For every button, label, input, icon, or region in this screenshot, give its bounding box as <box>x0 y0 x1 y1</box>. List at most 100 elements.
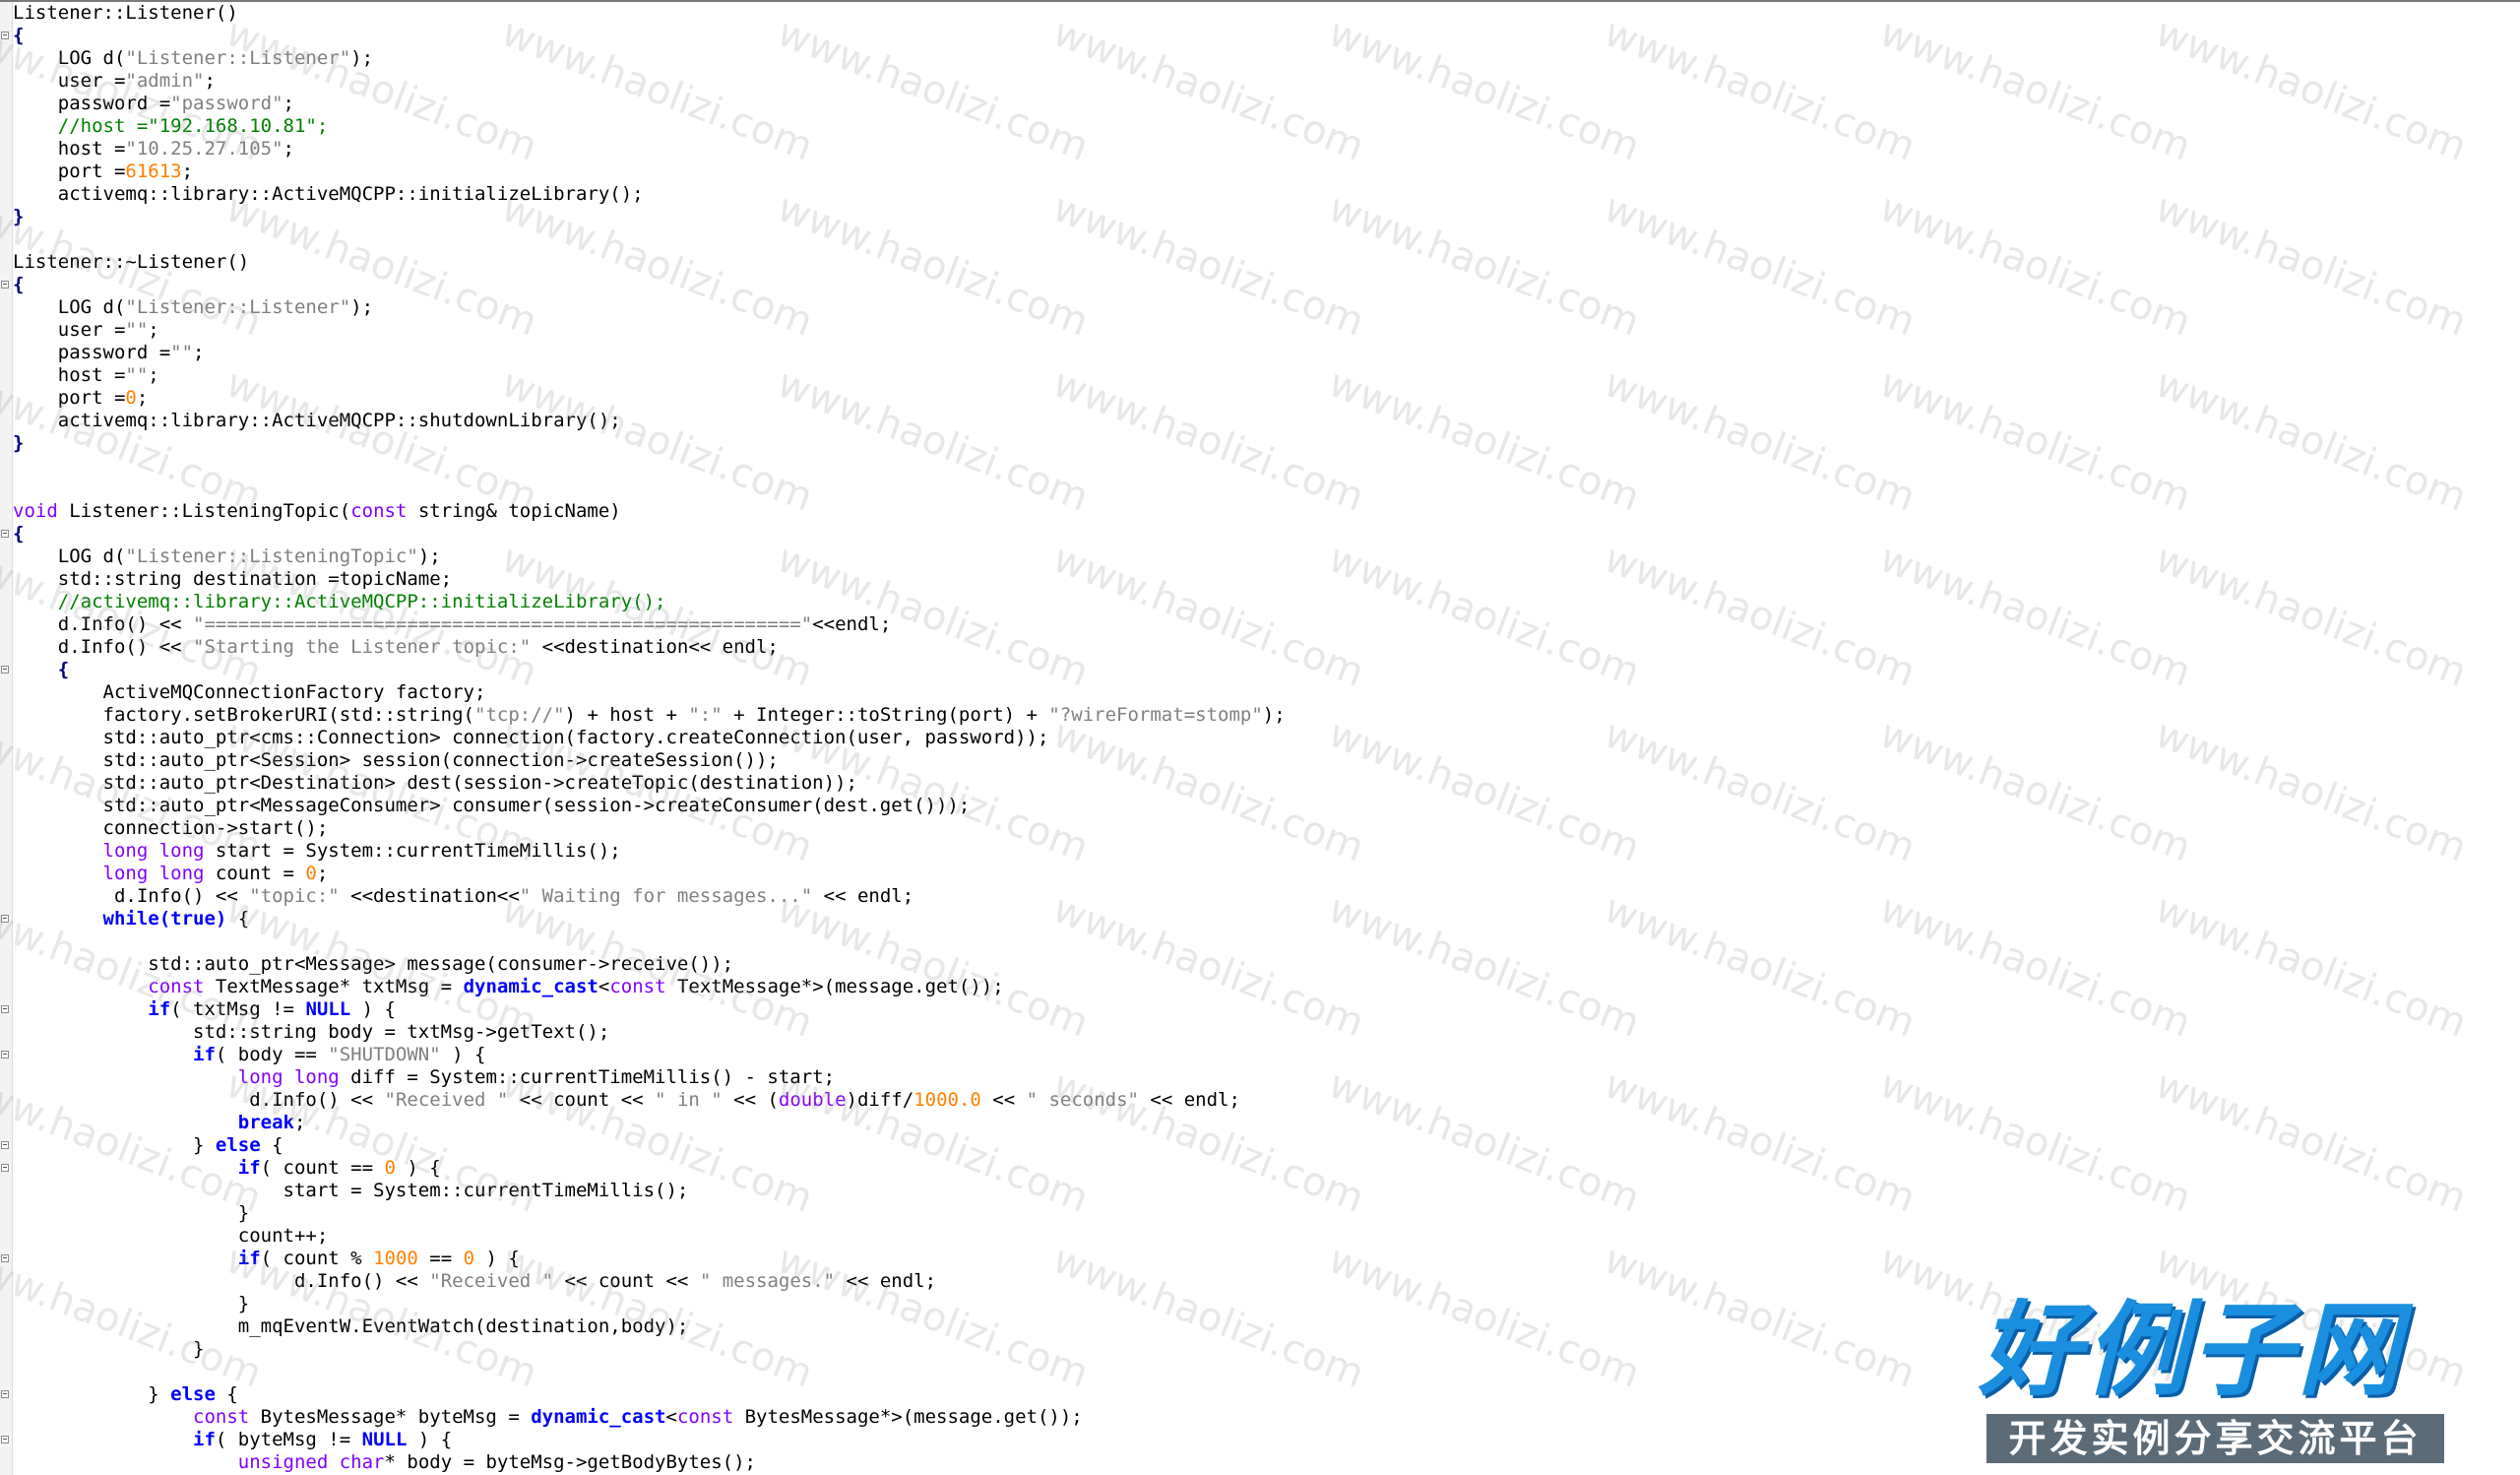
code-token: std::string body = txtMsg->getText(); <box>13 1021 610 1043</box>
code-token: if <box>13 1157 261 1179</box>
code-line[interactable]: long long diff = System::currentTimeMill… <box>13 1066 1286 1089</box>
code-line[interactable]: if( byteMsg != NULL ) { <box>13 1429 1286 1451</box>
code-token: ; <box>193 342 205 363</box>
code-token: else <box>170 1383 216 1405</box>
code-token: std::auto_ptr<MessageConsumer> consumer(… <box>13 795 971 816</box>
code-line[interactable]: d.Info() << "Received " << count << " me… <box>13 1270 1286 1293</box>
code-line[interactable]: d.Info() << "Received " << count << " in… <box>13 1089 1286 1112</box>
code-line[interactable]: std::string body = txtMsg->getText(); <box>13 1021 1286 1044</box>
code-line[interactable]: { <box>13 523 1286 545</box>
code-token: TextMessage*>(message.get()); <box>665 976 1004 997</box>
code-line[interactable]: d.Info() << "===========================… <box>13 613 1286 636</box>
fold-toggle-icon[interactable] <box>1 1164 9 1172</box>
code-line[interactable]: password ="password"; <box>13 93 1286 115</box>
code-line[interactable]: port =0; <box>13 387 1286 410</box>
fold-toggle-icon[interactable] <box>1 915 9 923</box>
code-token: unsigned char <box>13 1451 385 1473</box>
code-line[interactable]: connection->start(); <box>13 817 1286 840</box>
code-line[interactable]: std::auto_ptr<Message> message(consumer-… <box>13 953 1286 976</box>
code-line[interactable]: if( txtMsg != NULL ) { <box>13 998 1286 1021</box>
code-line[interactable]: if( body == "SHUTDOWN" ) { <box>13 1044 1286 1066</box>
code-token: "Listener::Listener" <box>125 296 351 318</box>
code-line[interactable]: { <box>13 25 1286 47</box>
code-token: ); <box>1262 704 1286 726</box>
code-line[interactable]: d.Info() << "topic:" <<destination<<" Wa… <box>13 885 1286 908</box>
fold-toggle-icon[interactable] <box>1 666 9 673</box>
fold-toggle-icon[interactable] <box>1 1051 9 1058</box>
code-line[interactable]: std::auto_ptr<MessageConsumer> consumer(… <box>13 795 1286 817</box>
code-line[interactable]: while(true) { <box>13 908 1286 930</box>
code-line[interactable]: //host ="192.168.10.81"; <box>13 115 1286 138</box>
code-editor[interactable]: Listener::Listener(){ LOG d("Listener::L… <box>0 0 2520 1475</box>
code-token: //host ="192.168.10.81"; <box>13 115 329 137</box>
code-line[interactable]: long long count = 0; <box>13 863 1286 885</box>
code-line[interactable]: factory.setBrokerURI(std::string("tcp://… <box>13 704 1286 727</box>
code-line[interactable] <box>13 930 1286 953</box>
code-line[interactable] <box>13 455 1286 478</box>
code-line[interactable]: LOG d("Listener::ListeningTopic"); <box>13 545 1286 568</box>
code-token: ( count == <box>260 1157 385 1179</box>
code-line[interactable]: user =""; <box>13 319 1286 342</box>
code-line[interactable]: start = System::currentTimeMillis(); <box>13 1180 1286 1202</box>
code-line[interactable]: host =""; <box>13 364 1286 387</box>
code-line[interactable]: Listener::Listener() <box>13 2 1286 25</box>
code-line[interactable]: const BytesMessage* byteMsg = dynamic_ca… <box>13 1406 1286 1429</box>
code-line[interactable]: } <box>13 1338 1286 1361</box>
code-line[interactable]: } else { <box>13 1134 1286 1157</box>
code-line[interactable]: Listener::~Listener() <box>13 251 1286 274</box>
code-line[interactable] <box>13 1361 1286 1383</box>
code-line[interactable]: user ="admin"; <box>13 70 1286 93</box>
code-line[interactable]: if( count % 1000 == 0 ) { <box>13 1248 1286 1270</box>
fold-toggle-icon[interactable] <box>1 1390 9 1398</box>
code-line[interactable]: const TextMessage* txtMsg = dynamic_cast… <box>13 976 1286 998</box>
code-line[interactable]: std::auto_ptr<cms::Connection> connectio… <box>13 727 1286 749</box>
code-line[interactable]: } else { <box>13 1383 1286 1406</box>
code-token: { <box>13 25 25 46</box>
fold-markers[interactable] <box>0 0 12 1475</box>
code-line[interactable]: std::string destination =topicName; <box>13 568 1286 591</box>
code-line[interactable]: std::auto_ptr<Destination> dest(session-… <box>13 772 1286 795</box>
code-line[interactable]: d.Info() << "Starting the Listener topic… <box>13 636 1286 659</box>
code-line[interactable]: port =61613; <box>13 160 1286 183</box>
code-line[interactable]: { <box>13 274 1286 296</box>
code-line[interactable]: LOG d("Listener::Listener"); <box>13 296 1286 319</box>
code-line[interactable]: std::auto_ptr<Session> session(connectio… <box>13 749 1286 772</box>
code-line[interactable]: activemq::library::ActiveMQCPP::shutdown… <box>13 410 1286 432</box>
fold-toggle-icon[interactable] <box>1 281 9 289</box>
code-line[interactable]: m_mqEventW.EventWatch(destination,body); <box>13 1315 1286 1338</box>
code-line[interactable]: } <box>13 1202 1286 1225</box>
code-line[interactable]: //activemq::library::ActiveMQCPP::initia… <box>13 591 1286 613</box>
code-line[interactable]: } <box>13 432 1286 455</box>
fold-toggle-icon[interactable] <box>1 530 9 538</box>
code-line[interactable]: activemq::library::ActiveMQCPP::initiali… <box>13 183 1286 206</box>
code-line[interactable]: unsigned char* body = byteMsg->getBodyBy… <box>13 1451 1286 1474</box>
code-line[interactable]: void Listener::ListeningTopic(const stri… <box>13 500 1286 523</box>
fold-toggle-icon[interactable] <box>1 1254 9 1262</box>
code-token: 1000 <box>373 1248 418 1269</box>
code-line[interactable]: long long start = System::currentTimeMil… <box>13 840 1286 863</box>
code-line[interactable]: host ="10.25.27.105"; <box>13 138 1286 160</box>
code-line[interactable]: } <box>13 206 1286 228</box>
code-text-area[interactable]: Listener::Listener(){ LOG d("Listener::L… <box>13 2 1286 1474</box>
code-token: ) { <box>474 1248 520 1269</box>
code-line[interactable]: password =""; <box>13 342 1286 364</box>
code-line[interactable]: ActiveMQConnectionFactory factory; <box>13 681 1286 704</box>
fold-toggle-icon[interactable] <box>1 1436 9 1443</box>
fold-toggle-icon[interactable] <box>1 32 9 39</box>
code-token: ( txtMsg != <box>170 998 306 1020</box>
fold-toggle-icon[interactable] <box>1 1141 9 1149</box>
code-line[interactable]: } <box>13 1293 1286 1315</box>
code-line[interactable]: break; <box>13 1112 1286 1134</box>
code-token: "?wireFormat=stomp" <box>1048 704 1263 726</box>
code-token: ); <box>350 296 374 318</box>
code-line[interactable]: LOG d("Listener::Listener"); <box>13 47 1286 70</box>
code-token: while(true) <box>13 908 227 930</box>
code-line[interactable] <box>13 228 1286 251</box>
code-line[interactable]: { <box>13 659 1286 681</box>
code-line[interactable] <box>13 478 1286 500</box>
code-line[interactable]: count++; <box>13 1225 1286 1248</box>
code-token: "=======================================… <box>193 613 813 635</box>
fold-toggle-icon[interactable] <box>1 1005 9 1013</box>
code-token: connection->start(); <box>13 817 329 839</box>
code-line[interactable]: if( count == 0 ) { <box>13 1157 1286 1180</box>
